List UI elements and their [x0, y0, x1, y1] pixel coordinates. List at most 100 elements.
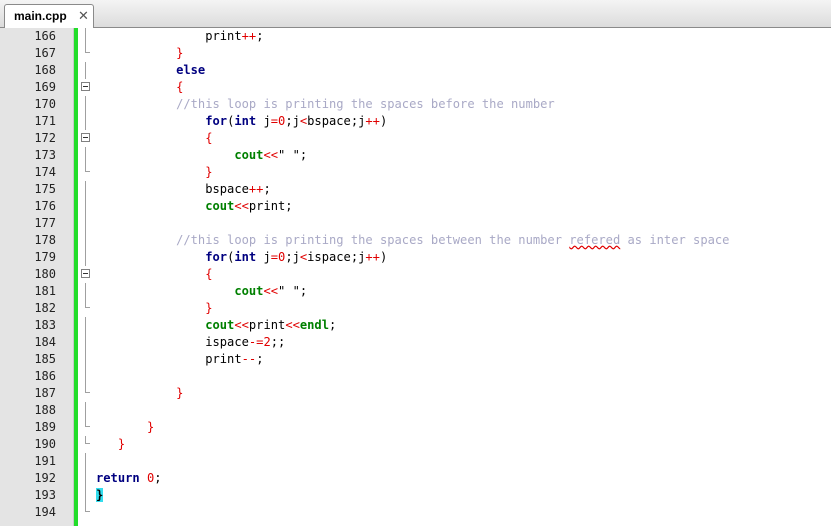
- fold-guide-line: [85, 113, 86, 130]
- code-line[interactable]: 188: [0, 402, 831, 419]
- line-number: 170: [34, 97, 56, 111]
- code-token: ispace;j: [307, 250, 366, 264]
- code-line[interactable]: 173 cout<<" ";: [0, 147, 831, 164]
- fold-toggle-icon[interactable]: [81, 133, 90, 142]
- code-token: --: [241, 352, 257, 366]
- code-token: //this loop is printing the spaces betwe…: [176, 233, 570, 247]
- line-number: 177: [34, 216, 56, 230]
- close-icon[interactable]: ✕: [78, 8, 89, 24]
- line-number: 184: [34, 335, 56, 349]
- code-line[interactable]: 192 return 0;: [0, 470, 831, 487]
- code-token: as inter space: [620, 233, 730, 247]
- code-token: ;j: [285, 250, 300, 264]
- code-token: ;;: [270, 335, 286, 349]
- fold-toggle-icon[interactable]: [81, 82, 90, 91]
- code-line[interactable]: 193}: [0, 487, 831, 504]
- code-line[interactable]: 166 print++;: [0, 28, 831, 45]
- code-line[interactable]: 184 ispace-=2;;: [0, 334, 831, 351]
- code-line[interactable]: 169 {: [0, 79, 831, 96]
- code-line[interactable]: 191: [0, 453, 831, 470]
- code-line[interactable]: 175 bspace++;: [0, 181, 831, 198]
- code-line[interactable]: 168 else: [0, 62, 831, 79]
- code-token: cout: [234, 148, 264, 162]
- fold-toggle-icon[interactable]: [81, 269, 90, 278]
- code-token: //this loop is printing the spaces befor…: [176, 97, 555, 111]
- code-token: cout: [205, 318, 235, 332]
- code-lines: 166 print++; 167 } 168 else 169 {170 //this…: [0, 28, 831, 521]
- code-token: {: [176, 80, 184, 94]
- code-token: <<: [263, 148, 279, 162]
- code-line[interactable]: 189 }: [0, 419, 831, 436]
- fold-guide-line: [85, 232, 86, 249]
- code-line[interactable]: 179 for(int j=0;j<ispace;j++): [0, 249, 831, 266]
- code-token: ;: [263, 182, 271, 196]
- code-token: }: [176, 46, 184, 60]
- code-line[interactable]: 194: [0, 504, 831, 521]
- code-text: //this loop is printing the spaces befor…: [96, 96, 555, 113]
- fold-guide-line: [85, 317, 86, 334]
- code-line[interactable]: 172 {: [0, 130, 831, 147]
- code-token: ispace: [205, 335, 249, 349]
- line-number: 180: [34, 267, 56, 281]
- fold-end-marker: [85, 385, 90, 393]
- code-line[interactable]: 177: [0, 215, 831, 232]
- line-number: 186: [34, 369, 56, 383]
- line-number: 171: [34, 114, 56, 128]
- code-line[interactable]: 185 print--;: [0, 351, 831, 368]
- line-number: 176: [34, 199, 56, 213]
- code-text: }: [96, 300, 212, 317]
- code-text: print--;: [96, 351, 263, 368]
- code-token: j: [256, 114, 271, 128]
- line-number: 174: [34, 165, 56, 179]
- code-line[interactable]: 178 //this loop is printing the spaces b…: [0, 232, 831, 249]
- code-text: {: [96, 79, 183, 96]
- code-line[interactable]: 180 {: [0, 266, 831, 283]
- code-token: print: [205, 352, 242, 366]
- code-token: }: [146, 420, 155, 434]
- code-token: =: [270, 114, 279, 128]
- code-token: {: [205, 267, 213, 281]
- code-line[interactable]: 176 cout<<print;: [0, 198, 831, 215]
- code-line[interactable]: 190 }: [0, 436, 831, 453]
- code-token: for: [205, 250, 228, 264]
- code-line[interactable]: 183 cout<<print<<endl;: [0, 317, 831, 334]
- code-line[interactable]: 170 //this loop is printing the spaces b…: [0, 96, 831, 113]
- code-line[interactable]: 181 cout<<" ";: [0, 283, 831, 300]
- code-token: cout: [234, 284, 264, 298]
- code-line[interactable]: 167 }: [0, 45, 831, 62]
- code-token: -=: [248, 335, 264, 349]
- code-line[interactable]: 171 for(int j=0;j<bspace;j++): [0, 113, 831, 130]
- fold-end-marker: [85, 419, 90, 427]
- code-token: ): [379, 114, 388, 128]
- code-line[interactable]: 174 }: [0, 164, 831, 181]
- line-number: 172: [34, 131, 56, 145]
- code-line[interactable]: 182 }: [0, 300, 831, 317]
- code-token: ;: [256, 352, 264, 366]
- line-number: 181: [34, 284, 56, 298]
- code-token: 2: [263, 335, 271, 349]
- line-number: 187: [34, 386, 56, 400]
- code-text: }: [96, 45, 183, 62]
- code-text: bspace++;: [96, 181, 271, 198]
- code-text: }: [96, 487, 104, 504]
- line-number: 191: [34, 454, 56, 468]
- code-line[interactable]: 186: [0, 368, 831, 385]
- code-token: ): [379, 250, 388, 264]
- fold-guide-line: [85, 147, 86, 164]
- code-token: int: [234, 114, 257, 128]
- fold-end-marker: [85, 45, 90, 53]
- line-number: 182: [34, 301, 56, 315]
- fold-guide-line: [85, 283, 86, 300]
- code-token: print;: [248, 199, 293, 213]
- code-token: }: [205, 165, 213, 179]
- code-editor[interactable]: 166 print++; 167 } 168 else 169 {170 //this…: [0, 28, 831, 526]
- code-line[interactable]: 187 }: [0, 385, 831, 402]
- tab-main-cpp[interactable]: main.cpp ✕: [4, 4, 94, 28]
- line-number: 185: [34, 352, 56, 366]
- code-text: cout<<print<<endl;: [96, 317, 336, 334]
- line-number: 167: [34, 46, 56, 60]
- code-text: else: [96, 62, 205, 79]
- code-text: for(int j=0;j<ispace;j++): [96, 249, 387, 266]
- code-token: " ": [278, 284, 300, 298]
- code-token: return: [96, 471, 140, 485]
